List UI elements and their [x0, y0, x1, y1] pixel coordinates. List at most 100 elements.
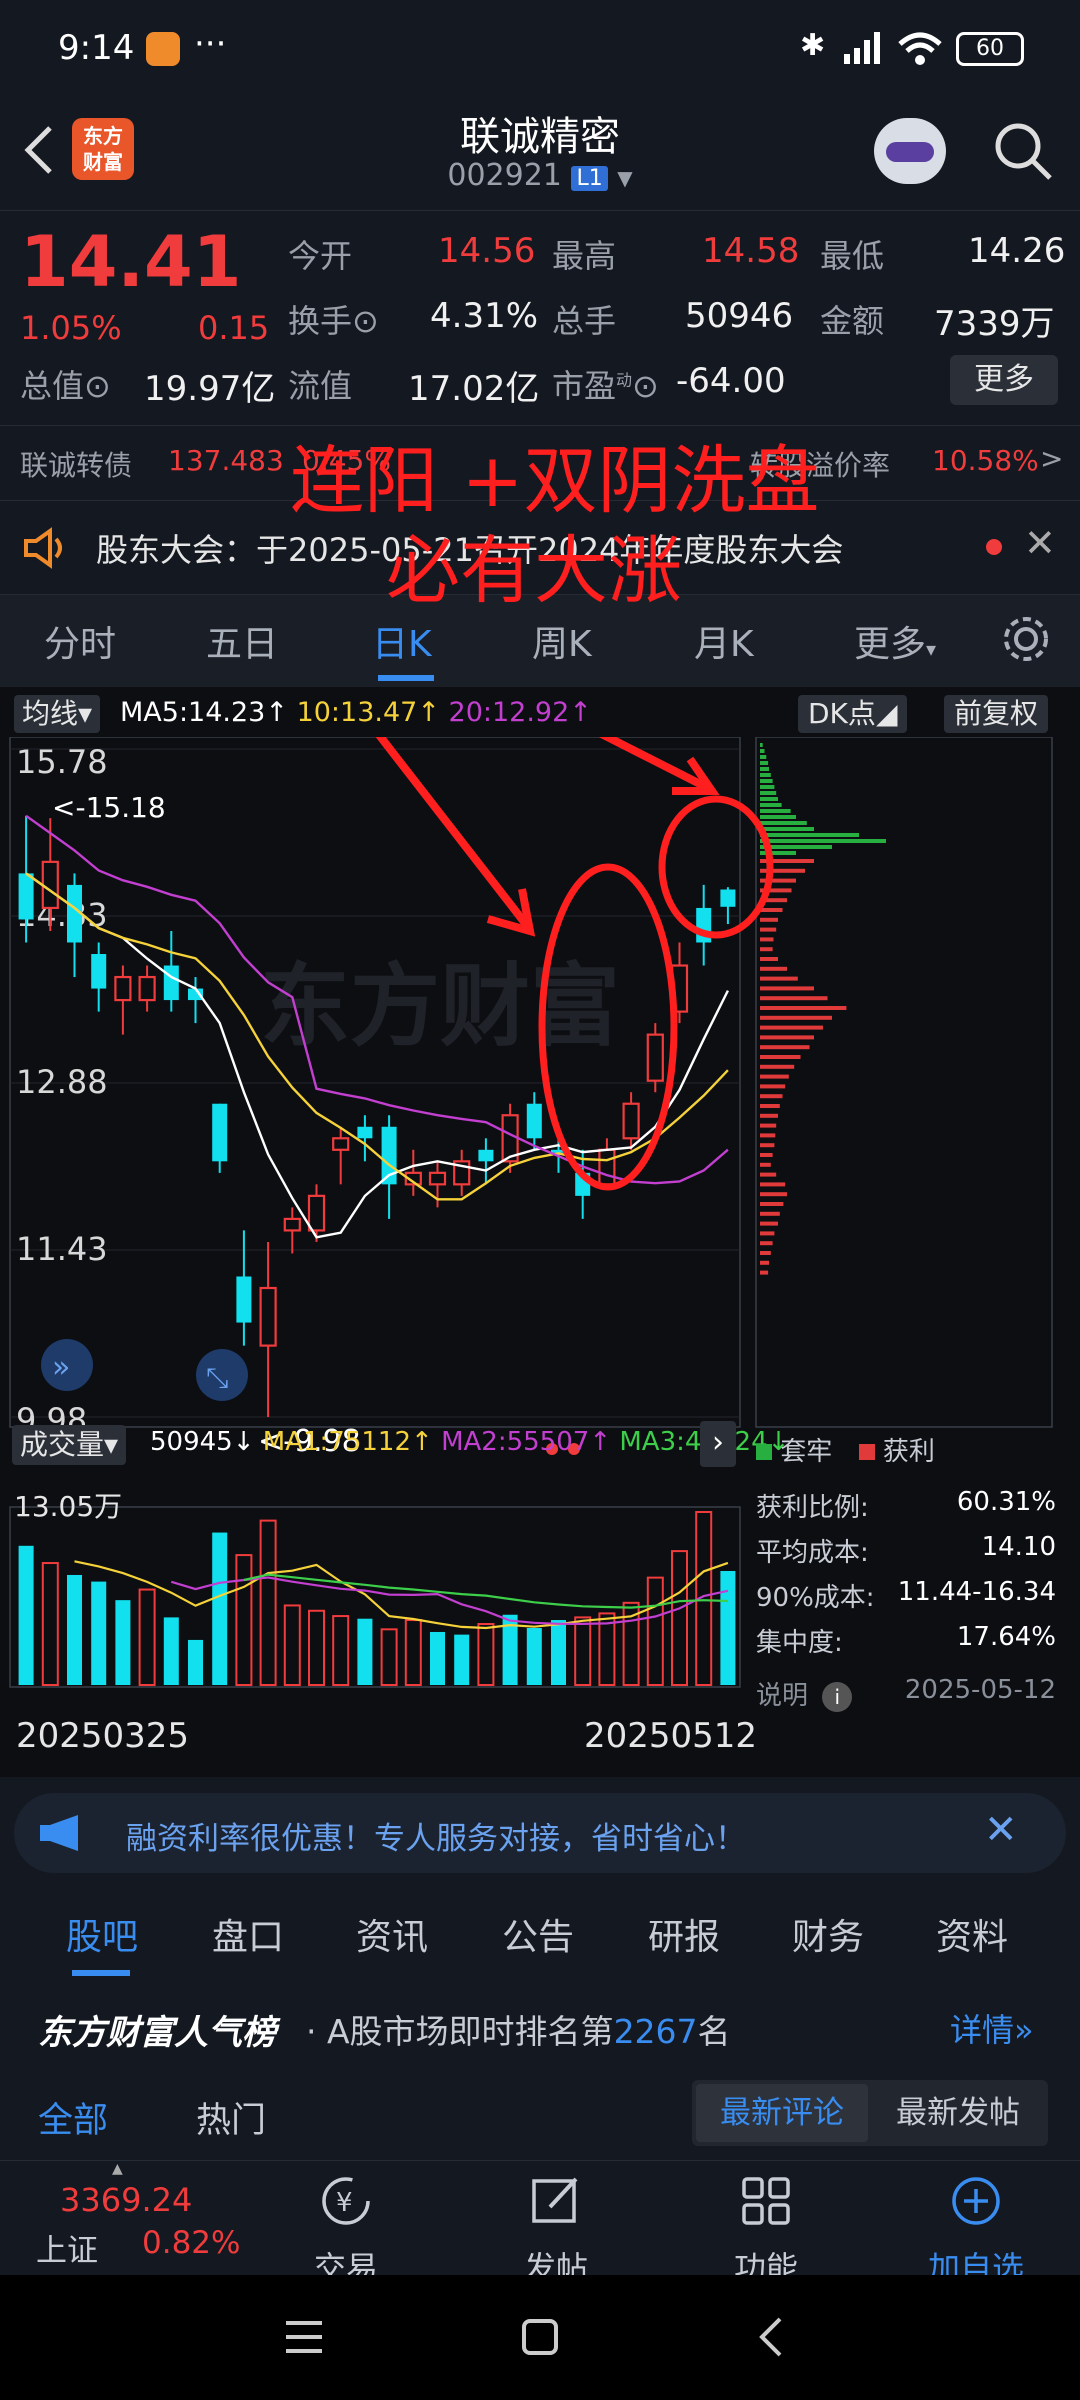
- nav-trade[interactable]: ¥ 交易: [266, 2173, 426, 2289]
- chip-note-row: 说明 i 2025-05-12: [756, 1675, 1056, 1712]
- kline-chart-area[interactable]: 均线▾ MA5:14.23↑ 10:13.47↑ 20:12.92↑ DK点◢ …: [0, 438, 1080, 1777]
- chip-trapped-bar: [760, 821, 807, 825]
- tab-research[interactable]: 研报: [648, 1908, 720, 1960]
- tab-more[interactable]: 更多▾: [854, 615, 936, 667]
- chip-profit-bar: [760, 1055, 801, 1059]
- filter-hot[interactable]: 热门: [196, 2092, 266, 2143]
- volume-bar: [187, 1639, 204, 1685]
- candle-body: [478, 1149, 494, 1162]
- volume-bar: [283, 1604, 301, 1687]
- home-icon[interactable]: [520, 2317, 560, 2357]
- logo-text-2: 财富: [83, 150, 123, 174]
- chip-profit-bar: [760, 927, 777, 932]
- chip-trapped-bar: [760, 785, 775, 789]
- volume-bar: [574, 1616, 592, 1686]
- rank-detail-link[interactable]: 详情»: [950, 2005, 1034, 2051]
- mktcap-value: 19.97亿: [144, 369, 276, 409]
- content-tabs: 股吧 盘口 资讯 公告 研报 财务 资料: [0, 1890, 1080, 1985]
- volume-max-label: 13.05万: [14, 1490, 123, 1523]
- sort-latest-comment[interactable]: 最新评论: [696, 2084, 868, 2142]
- index-value: 3369.24: [60, 2181, 193, 2219]
- tab-daily-k[interactable]: 日K: [372, 615, 432, 667]
- info-icon[interactable]: i: [822, 1682, 853, 1712]
- chip-trapped-bar: [760, 791, 777, 795]
- tab-monthly-k[interactable]: 月K: [694, 615, 754, 667]
- ad-banner[interactable]: 融资利率很优惠！专人服务对接，省时省心！ ✕: [14, 1793, 1066, 1873]
- ma-selector[interactable]: 均线▾: [14, 695, 101, 733]
- tab-order-book[interactable]: 盘口: [212, 1908, 284, 1960]
- date-end: 20250512: [584, 1716, 757, 1756]
- volume-bar: [91, 1581, 107, 1685]
- tab-profile[interactable]: 资料: [936, 1908, 1008, 1960]
- chip-profit-bar: [760, 1006, 847, 1010]
- candle-body: [526, 1103, 542, 1139]
- chip-profit-bar: [760, 1045, 810, 1050]
- candle-body: [91, 954, 107, 989]
- signal-icon: [844, 32, 880, 64]
- adjust-mode-button[interactable]: 前复权: [944, 695, 1049, 733]
- tab-intraday[interactable]: 分时: [44, 615, 116, 667]
- chip-profit-bar: [760, 1211, 780, 1216]
- volume-bar: [138, 1588, 156, 1686]
- settings-gear-icon[interactable]: [1000, 613, 1052, 665]
- popularity-rank-row[interactable]: 东方财富人气榜 · A股市场即时排名第2267名 详情»: [0, 1985, 1080, 2070]
- low-label: 最低: [820, 237, 885, 275]
- volume-bar: [235, 1554, 253, 1686]
- tab-news[interactable]: 资讯: [356, 1908, 428, 1960]
- close-icon[interactable]: ✕: [1024, 521, 1056, 565]
- chip-trapped-bar: [760, 749, 765, 753]
- nav-add-watchlist[interactable]: 加自选: [896, 2173, 1056, 2289]
- chip-profit-bar: [760, 1241, 773, 1246]
- chip-row-profit-ratio: 获利比例: 60.31%: [756, 1487, 1056, 1523]
- volume-value: 50946: [685, 296, 794, 336]
- menu-icon[interactable]: [284, 2319, 324, 2355]
- candle-body: [598, 1148, 616, 1186]
- volume-bar: [357, 1618, 373, 1685]
- tab-weekly-k[interactable]: 周K: [532, 615, 592, 667]
- filter-all[interactable]: 全部: [38, 2092, 108, 2143]
- chip-profit-bar: [760, 1270, 769, 1275]
- amount-value: 7339万: [934, 304, 1055, 344]
- wifi-icon: [898, 32, 942, 65]
- status-bar: 9:14 ··· ✱ 60: [0, 0, 1080, 100]
- chip-profit-bar: [760, 1143, 775, 1148]
- nav-post[interactable]: 发帖: [476, 2173, 636, 2289]
- candle-body: [259, 1286, 277, 1347]
- turnover-label: 换手⊙: [288, 302, 379, 340]
- chip-row-90-cost: 90%成本: 11.44-16.34: [756, 1577, 1056, 1613]
- amount-label: 金额: [820, 302, 885, 340]
- tab-forum[interactable]: 股吧: [66, 1908, 138, 1960]
- robot-assistant-icon[interactable]: [874, 118, 946, 184]
- tab-five-day[interactable]: 五日: [206, 615, 278, 667]
- stock-code-row[interactable]: 002921 L1 ▼: [340, 158, 740, 193]
- sort-latest-post[interactable]: 最新发帖: [872, 2084, 1044, 2142]
- candle-body: [163, 965, 179, 1001]
- tab-finance[interactable]: 财务: [792, 1908, 864, 1960]
- back-nav-icon[interactable]: [756, 2315, 786, 2359]
- back-icon[interactable]: [18, 122, 58, 178]
- premium-value: 10.58%: [932, 444, 1039, 477]
- chip-profit-bar: [760, 908, 783, 912]
- chip-profit-bar: [760, 1153, 773, 1157]
- volume-bar: [332, 1615, 350, 1686]
- chip-profit-bar: [760, 1064, 795, 1069]
- change-amt: 0.15: [198, 309, 270, 347]
- nav-functions[interactable]: 功能: [686, 2173, 846, 2289]
- double-chevron-right-icon: »: [52, 1350, 70, 1385]
- chip-profit-bar: [760, 1123, 777, 1128]
- close-ad-icon[interactable]: ✕: [984, 1807, 1018, 1853]
- search-icon[interactable]: [990, 118, 1056, 184]
- expand-panel-button[interactable]: ›: [700, 1421, 736, 1467]
- volume-indicator-selector[interactable]: 成交量▾: [12, 1425, 127, 1465]
- chip-profit-bar: [760, 1025, 823, 1030]
- candle-body: [18, 873, 34, 920]
- dk-point-button[interactable]: DK点◢: [798, 695, 908, 733]
- volume-bar: [41, 1562, 59, 1687]
- app-logo[interactable]: 东方 财富: [72, 118, 134, 180]
- open-value: 14.56: [438, 231, 536, 271]
- tab-announcements[interactable]: 公告: [502, 1908, 574, 1960]
- more-button[interactable]: 更多: [950, 355, 1058, 405]
- chip-profit-bar: [760, 957, 778, 961]
- index-quote[interactable]: ▲ 3369.24 上证 0.82%: [0, 2161, 260, 2276]
- candle-body: [357, 1126, 373, 1139]
